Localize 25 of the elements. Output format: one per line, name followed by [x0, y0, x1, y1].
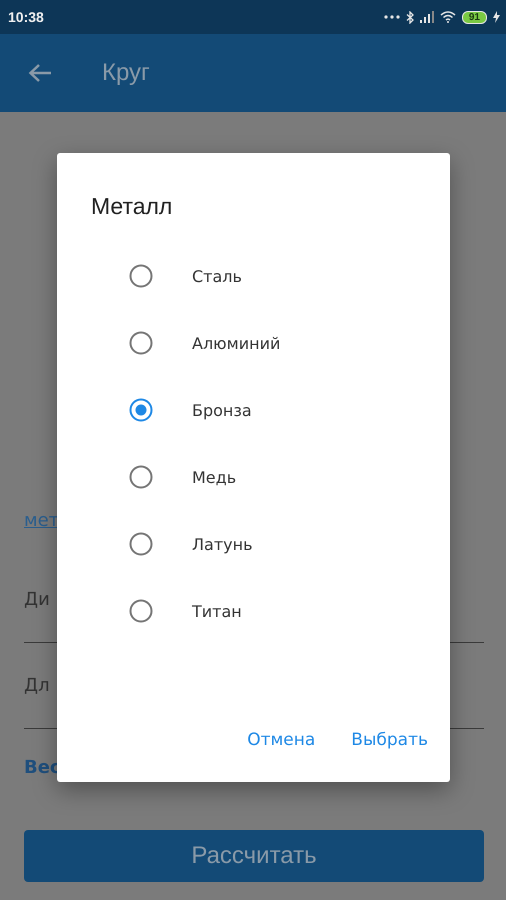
option-label[interactable]: Бронза	[192, 400, 252, 420]
dialog-button[interactable]: Выбрать	[351, 730, 428, 750]
option-label[interactable]: Латунь	[192, 534, 253, 554]
radio-button[interactable]	[129, 264, 153, 288]
option-label[interactable]: Алюминий	[192, 334, 280, 352]
signal-icon	[420, 11, 434, 23]
radio-button[interactable]	[129, 331, 153, 355]
option-label[interactable]: Титан	[192, 602, 242, 620]
charging-icon	[493, 11, 500, 23]
radio-button[interactable]	[129, 465, 153, 489]
radio-button[interactable]	[129, 532, 153, 556]
bluetooth-icon	[406, 10, 414, 24]
status-time: 10:38	[8, 9, 44, 25]
back-arrow-icon[interactable]	[28, 63, 52, 83]
screen-title: Круг	[102, 59, 150, 87]
radio-button[interactable]	[129, 398, 153, 422]
dialog-button[interactable]: Отмена	[247, 730, 316, 750]
radio-button[interactable]	[129, 599, 153, 623]
option-label[interactable]: Сталь	[192, 266, 242, 286]
battery-level: 91	[462, 10, 487, 24]
option-label[interactable]: Медь	[192, 468, 236, 486]
more-icon	[384, 15, 400, 19]
wifi-icon	[440, 11, 456, 23]
result-label: Вес	[24, 757, 61, 778]
dialog-title: Металл	[91, 193, 174, 220]
